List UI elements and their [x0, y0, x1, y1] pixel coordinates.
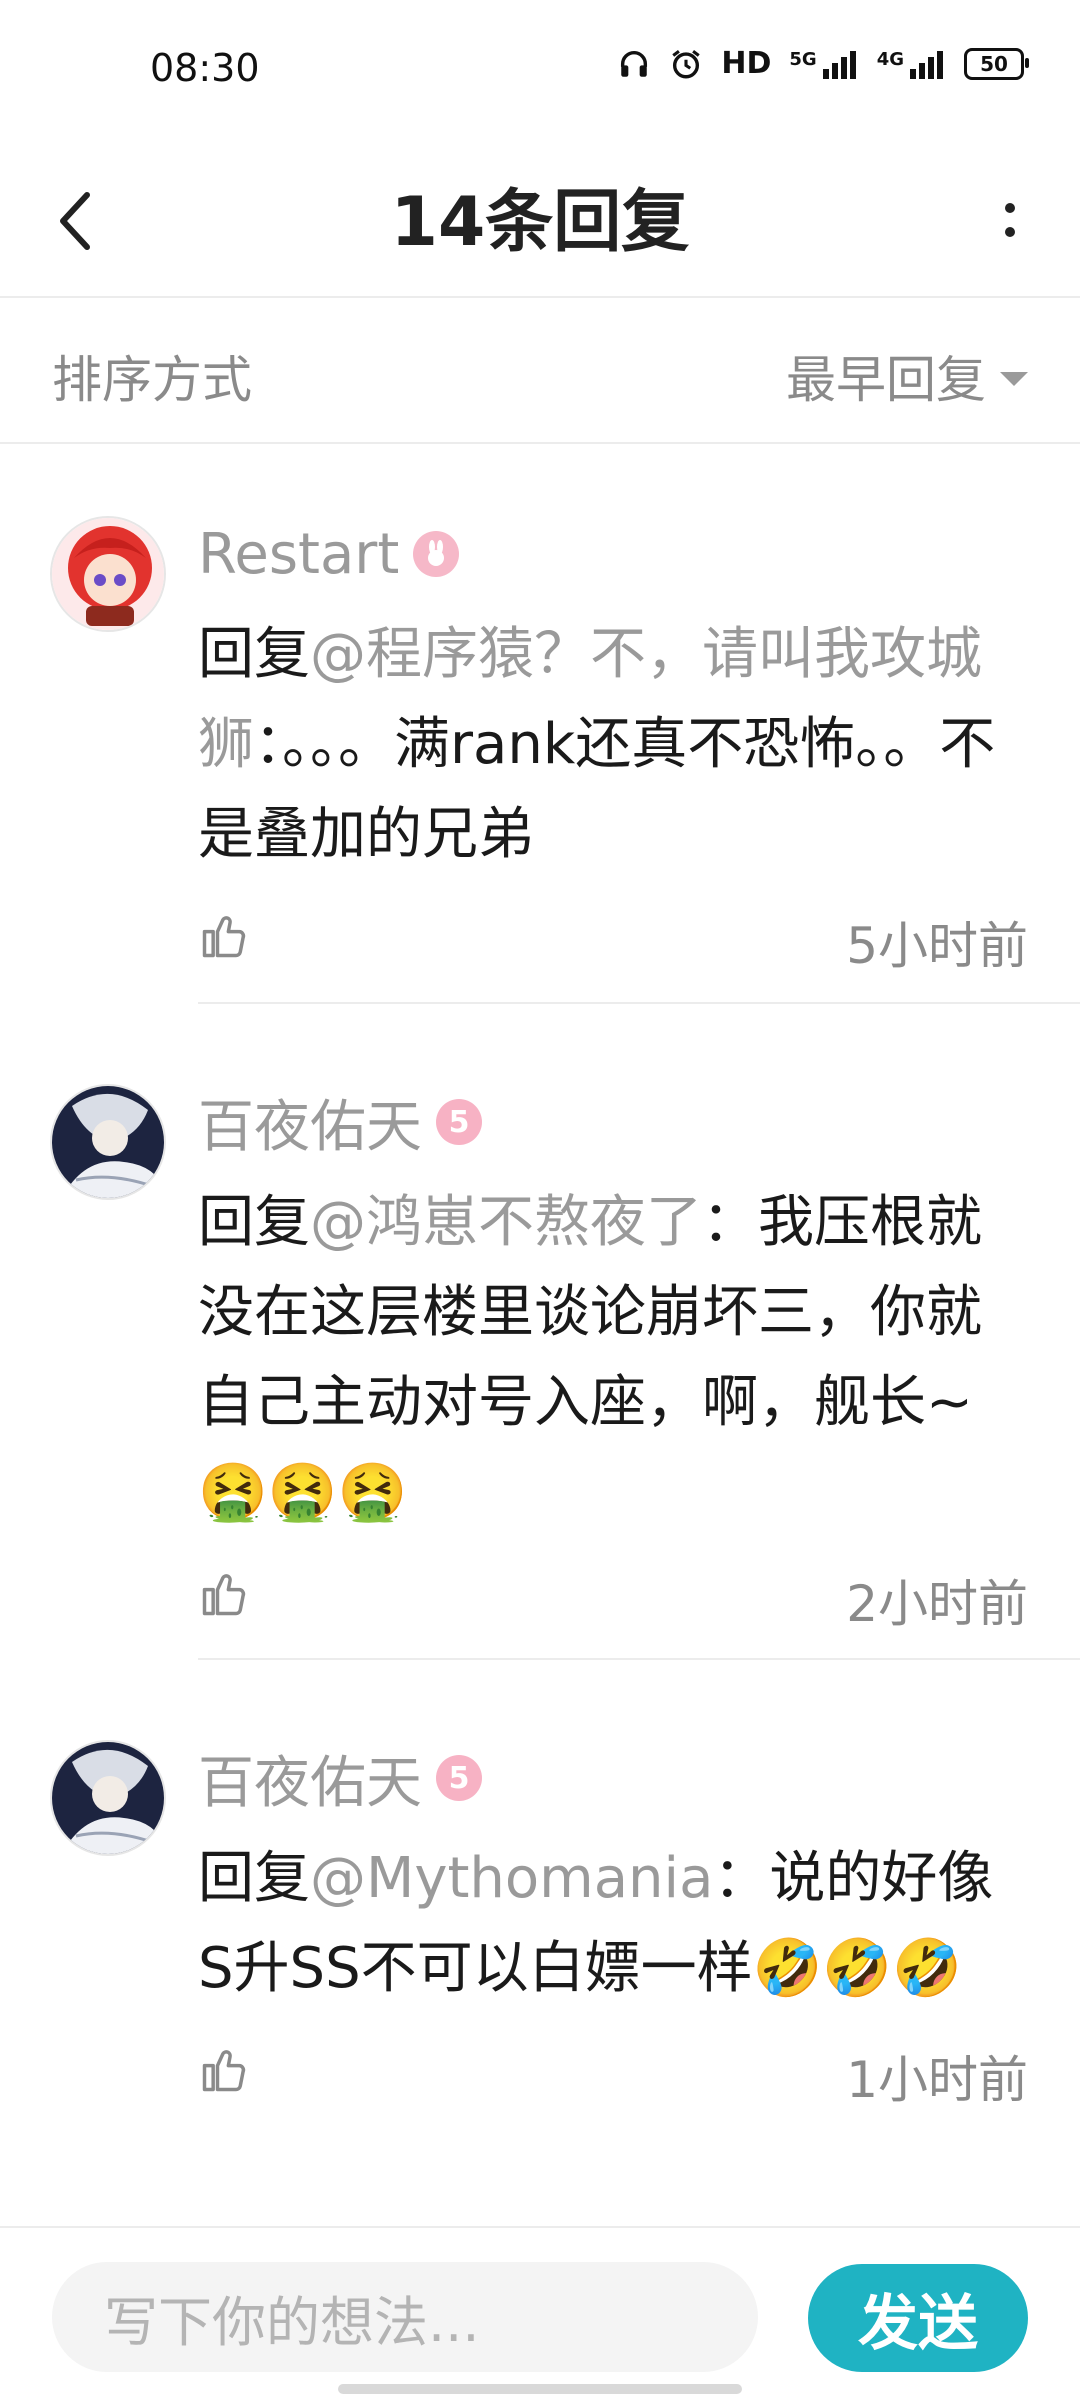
username[interactable]: Restart [198, 522, 399, 587]
comment-footer: 1小时前 [198, 2032, 1080, 2122]
caret-down-icon [1000, 372, 1028, 386]
comment-input[interactable]: 写下你的想法... [52, 2262, 758, 2372]
comment-composer: 写下你的想法... 发送 [0, 2226, 1080, 2400]
avatar[interactable] [50, 1740, 166, 1856]
reply-prefix: 回复 [198, 1846, 310, 1911]
top-app-bar: 14条回复 [0, 140, 1080, 298]
sort-value: 最早回复 [786, 351, 986, 409]
thumbs-up-icon[interactable] [198, 2044, 250, 2096]
reply-prefix: 回复 [198, 622, 310, 687]
sort-label: 排序方式 [52, 351, 252, 409]
comment-content: ：。。。满rank还真不恐怖。。不是叠加的兄弟 [198, 712, 996, 867]
comment-footer: 5小时前 [198, 898, 1080, 988]
avatar[interactable] [50, 1084, 166, 1200]
comment-divider [198, 1658, 1080, 1660]
battery-icon: 50 [964, 47, 1029, 80]
comment-body: Restart 回复@程序猿？不，请叫我攻城狮：。。。满rank还真不恐怖。。不… [198, 516, 1080, 988]
reply-prefix: 回复 [198, 1190, 310, 1255]
thumbs-up-icon[interactable] [198, 1568, 250, 1620]
avatar[interactable] [50, 516, 166, 632]
status-bar: 08:30 HD 5G 4G 50 [0, 0, 1080, 140]
sort-bar: 排序方式 最早回复 [0, 298, 1080, 444]
send-button[interactable]: 发送 [808, 2264, 1028, 2372]
username[interactable]: 百夜佑天 [198, 1082, 422, 1163]
comment-header: 百夜佑天 5 [198, 1740, 1080, 1816]
comment-body: 百夜佑天 5 回复@Mythomania：说的好像S升SS不可以白嫖一样🤣🤣🤣 … [198, 1740, 1080, 2122]
thumbs-up-icon[interactable] [198, 910, 250, 962]
more-options-button[interactable] [980, 180, 1040, 260]
status-time: 08:30 [150, 46, 260, 90]
headphones-icon [617, 47, 651, 81]
level-badge: 5 [436, 1755, 482, 1801]
status-icons: HD 5G 4G 50 [617, 46, 1029, 81]
sort-dropdown[interactable]: 最早回复 [786, 340, 1028, 412]
more-dot-icon [1005, 227, 1015, 237]
rabbit-badge-icon [428, 540, 445, 566]
net2-label: 4G [876, 48, 904, 70]
signal-5g-icon: 5G [789, 49, 858, 79]
home-indicator[interactable] [338, 2384, 742, 2394]
comment-text: 回复@鸿崽不熬夜了：我压根就没在这层楼里谈论崩坏三，你就自己主动对号入座，啊，舰… [198, 1178, 1028, 1538]
more-dot-icon [1005, 203, 1015, 213]
signal-4g-icon: 4G [877, 49, 946, 79]
level-badge [413, 531, 460, 577]
comment-text: 回复@Mythomania：说的好像S升SS不可以白嫖一样🤣🤣🤣 [198, 1834, 1028, 2014]
comment-time: 5小时前 [846, 917, 1028, 975]
comment-time: 2小时前 [846, 1575, 1028, 1633]
battery-level: 50 [980, 51, 1008, 76]
comment-header: Restart [198, 516, 1080, 592]
mention-link[interactable]: @Mythomania [310, 1846, 713, 1911]
hd-label: HD [721, 46, 772, 81]
level-badge: 5 [436, 1099, 482, 1145]
mention-link[interactable]: @鸿崽不熬夜了 [310, 1190, 702, 1255]
net1-label: 5G [789, 48, 817, 70]
comment-body: 百夜佑天 5 回复@鸿崽不熬夜了：我压根就没在这层楼里谈论崩坏三，你就自己主动对… [198, 1084, 1080, 1646]
comment-divider [198, 1002, 1080, 1004]
comment-time: 1小时前 [846, 2051, 1028, 2109]
comment-text: 回复@程序猿？不，请叫我攻城狮：。。。满rank还真不恐怖。。不是叠加的兄弟 [198, 610, 1028, 880]
alarm-icon [669, 47, 703, 81]
comment-footer: 2小时前 [198, 1556, 1080, 1646]
comment-header: 百夜佑天 5 [198, 1084, 1080, 1160]
reply-page: 08:30 HD 5G 4G 50 14条回复 排序方式 最早回复 Restar… [0, 0, 1080, 2400]
page-title: 14条回复 [390, 183, 690, 262]
username[interactable]: 百夜佑天 [198, 1738, 422, 1819]
